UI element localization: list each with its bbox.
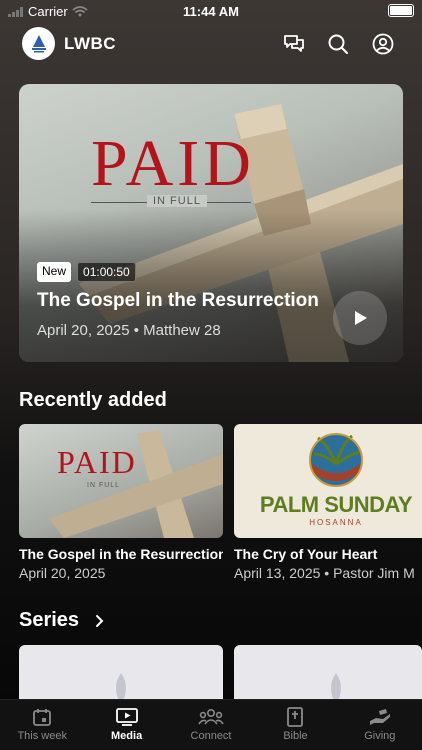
recent-thumb-palm: PALM SUNDAY HOSANNA [234,424,422,538]
chat-icon[interactable] [282,32,306,56]
app-title: LWBC [64,34,117,53]
recent-item-title: The Gospel in the Resurrection [19,546,223,562]
new-badge: New [37,262,72,282]
play-icon [355,311,367,325]
recently-added-heading: Recently added [19,389,167,411]
tab-label: This week [17,730,67,742]
recent-art-subtitle: IN FULL [87,482,121,489]
hero-art-title: PAID [91,127,255,200]
tab-bible[interactable]: Bible [253,700,337,750]
people-icon [198,708,224,725]
palm-art-subtitle: HOSANNA [309,518,363,527]
tab-giving[interactable]: Giving [338,700,422,750]
search-icon[interactable] [326,32,350,56]
recent-item-gospel[interactable]: PAID IN FULL The Gospel in the Resurrect… [19,424,223,581]
giving-icon [369,709,390,725]
account-icon[interactable] [371,32,395,56]
clock: 11:44 AM [183,4,239,19]
hero-title: The Gospel in the Resurrection [37,290,319,311]
recent-item-title: The Cry of Your Heart [234,546,378,562]
cross-image [49,430,223,538]
recent-item-cry[interactable]: PALM SUNDAY HOSANNA The Cry of Your Hear… [234,424,422,581]
tab-label: Connect [190,730,232,742]
duration-badge: 01:00:50 [77,262,136,282]
tv-icon [115,708,138,726]
calendar-icon [33,709,52,726]
hero-meta: April 20, 2025 • Matthew 28 [37,322,221,339]
tab-this-week[interactable]: This week [0,700,84,750]
tab-label: Bible [283,730,308,742]
hero-badges: New 01:00:50 [37,262,136,282]
hero-art-subtitle: IN FULL [147,195,207,207]
status-bar: Carrier 11:44 AM [0,0,422,22]
tab-label: Giving [364,730,396,742]
recent-thumb-paid: PAID IN FULL [19,424,223,538]
church-logo[interactable] [22,27,55,60]
logo-icon [31,34,46,52]
featured-sermon-card[interactable]: PAID IN FULL New 01:00:50 The Gospel in … [19,84,403,362]
battery-icon [388,4,414,17]
tab-bar: This week Media Connect Bible Giving [0,699,422,750]
recent-art-title: PAID [57,444,137,480]
play-button[interactable] [333,291,387,345]
series-heading[interactable]: Series [19,609,79,632]
tab-label: Media [111,730,143,742]
palm-art-title: PALM SUNDAY [259,492,413,517]
tab-connect[interactable]: Connect [169,700,253,750]
tab-media[interactable]: Media [84,700,168,750]
recent-item-subtitle: April 20, 2025 [19,565,106,581]
app-header: LWBC [0,26,422,62]
recent-item-subtitle: April 13, 2025 • Pastor Jim M [234,565,415,581]
chevron-right-icon[interactable] [94,614,106,628]
bible-icon [287,707,304,727]
